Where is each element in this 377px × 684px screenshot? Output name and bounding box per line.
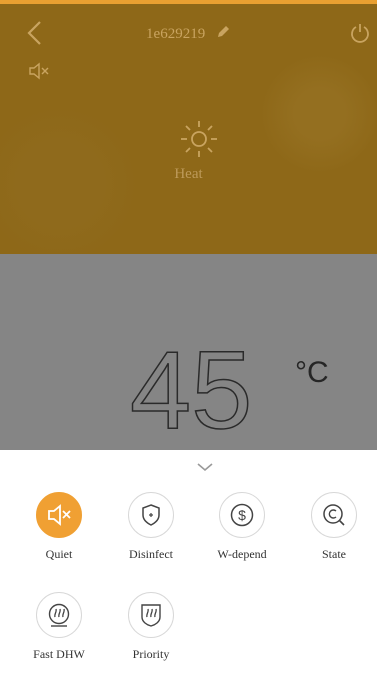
power-icon[interactable] xyxy=(350,22,370,44)
sun-icon xyxy=(181,121,217,157)
function-label: Priority xyxy=(132,647,170,661)
shield-icon xyxy=(142,504,160,526)
function-w-depend[interactable]: $ W-depend xyxy=(197,492,287,562)
fast-dhw-icon xyxy=(48,603,70,627)
function-disinfect-circle[interactable] xyxy=(128,492,174,538)
chevron-down-icon[interactable] xyxy=(196,462,214,472)
function-label: State xyxy=(322,547,346,561)
function-label: W-depend xyxy=(217,547,267,561)
function-quiet-circle[interactable] xyxy=(36,492,82,538)
function-priority-circle[interactable] xyxy=(128,592,174,638)
function-w-depend-circle[interactable]: $ xyxy=(219,492,265,538)
function-fast-dhw[interactable]: Fast DHW xyxy=(14,592,104,662)
state-icon xyxy=(323,504,345,526)
function-state[interactable]: State xyxy=(289,492,377,562)
temperature-unit: °C xyxy=(295,356,329,389)
mute-icon xyxy=(48,504,71,526)
function-disinfect[interactable]: Disinfect xyxy=(106,492,196,562)
device-title: 1e629219 xyxy=(0,24,377,43)
function-label: Disinfect xyxy=(129,547,173,561)
svg-text:$: $ xyxy=(238,507,246,523)
function-priority[interactable]: Priority xyxy=(106,592,196,662)
device-name: 1e629219 xyxy=(146,26,206,42)
dollar-icon: $ xyxy=(230,503,254,527)
edit-icon[interactable] xyxy=(215,24,231,40)
speaker-mute-icon xyxy=(29,62,49,80)
mode-label: Heat xyxy=(174,166,203,182)
temperature-value: 45 xyxy=(129,329,253,452)
function-label: Fast DHW xyxy=(33,647,85,661)
function-fast-dhw-circle[interactable] xyxy=(36,592,82,638)
function-state-circle[interactable] xyxy=(311,492,357,538)
function-quiet[interactable]: Quiet xyxy=(14,492,104,562)
function-label: Quiet xyxy=(45,547,73,561)
priority-icon xyxy=(141,604,161,627)
